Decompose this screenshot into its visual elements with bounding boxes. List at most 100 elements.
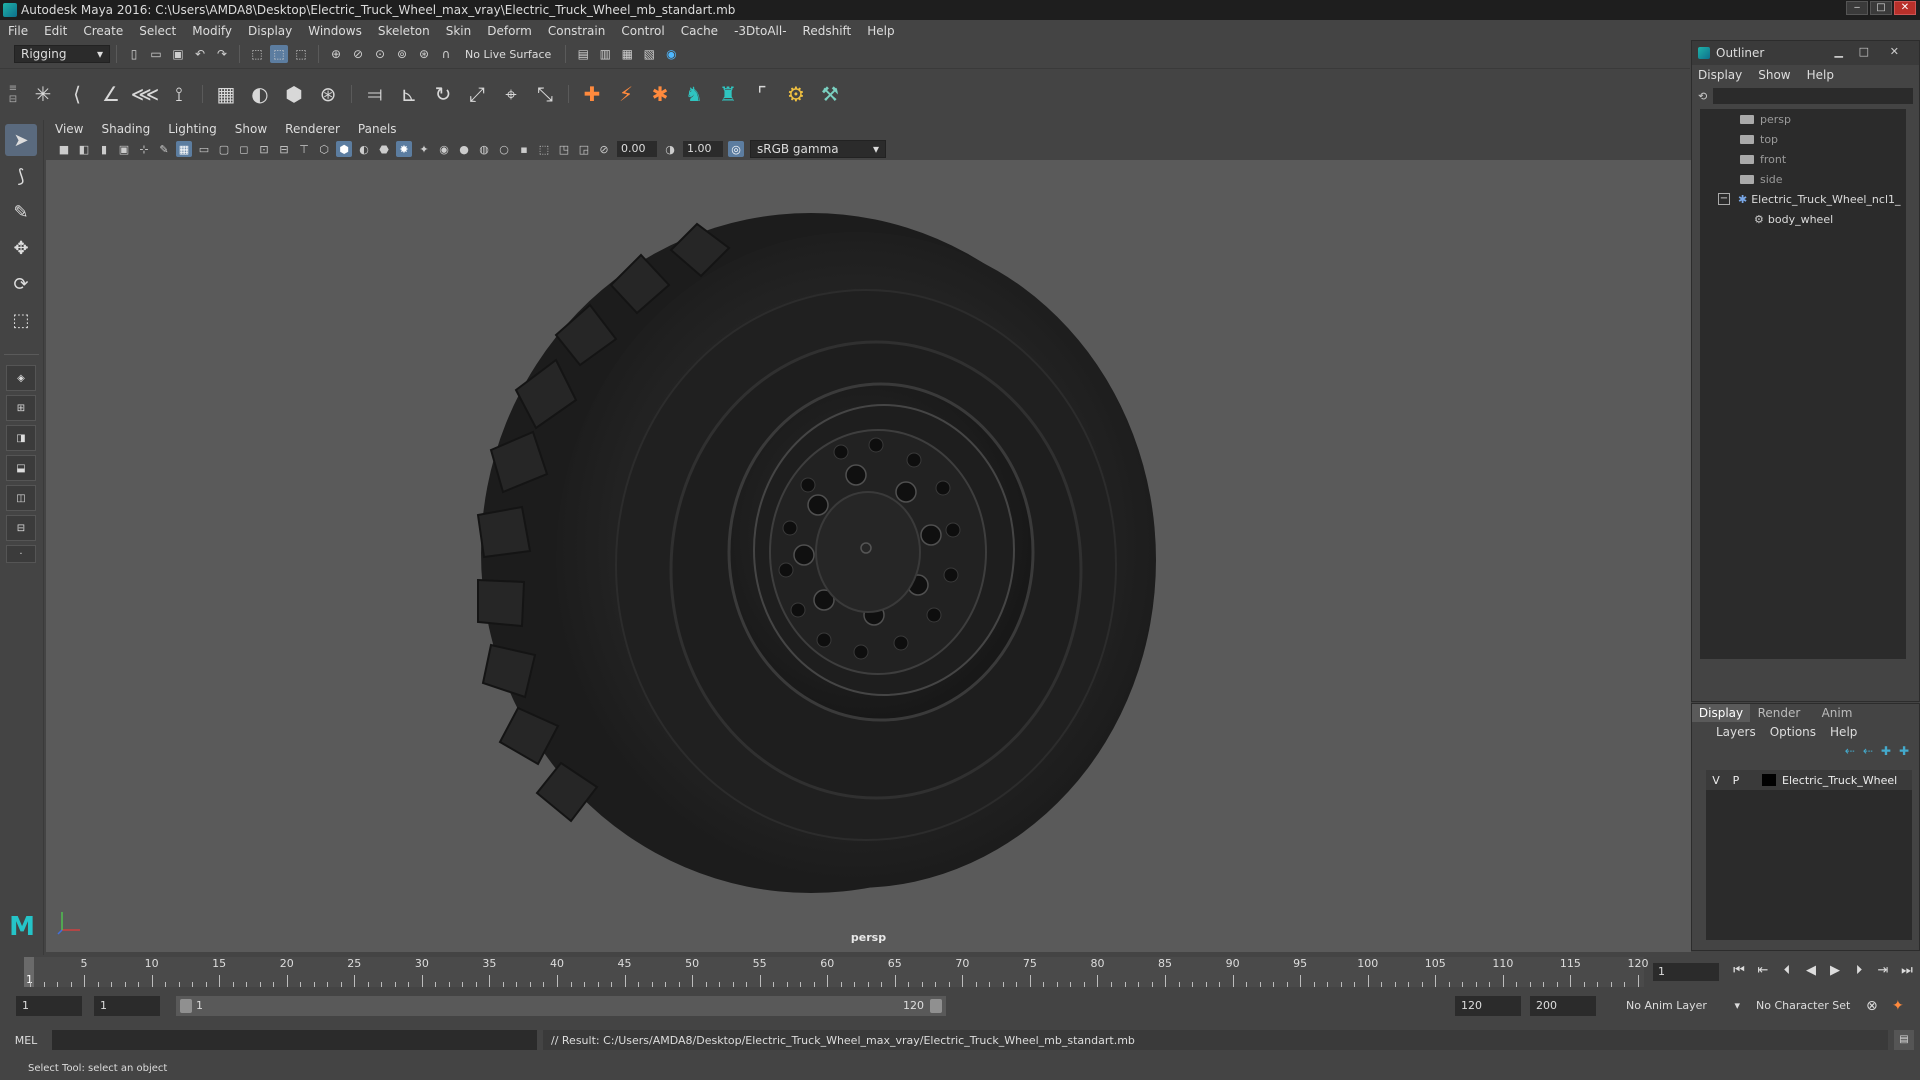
paint-select-icon[interactable]: ✎ (5, 196, 37, 228)
ik-spline-icon[interactable]: ∠ (96, 79, 126, 109)
snap-view-plane-icon[interactable]: ⊚ (393, 45, 411, 63)
step-forward-frame-icon[interactable]: ⏵ (1848, 961, 1870, 981)
outliner-item-persp[interactable]: persp (1700, 109, 1906, 129)
collapse-icon[interactable]: − (1718, 193, 1730, 205)
single-perspective-layout-icon[interactable]: ◈ (6, 365, 36, 391)
scale-tool-icon[interactable]: ⬚ (5, 304, 37, 336)
select-tool-icon[interactable]: ➤ (5, 124, 37, 156)
layer-visibility-toggle[interactable]: V (1706, 774, 1726, 787)
layer-row[interactable]: V P Electric_Truck_Wheel (1706, 770, 1912, 790)
hypershade-layout-icon[interactable]: ◫ (6, 485, 36, 511)
lasso-tool-icon[interactable]: ⟆ (5, 160, 37, 192)
panel-menu-panels[interactable]: Panels (349, 122, 406, 136)
persp-graph-layout-icon[interactable]: ⬓ (6, 455, 36, 481)
film-gate-icon[interactable]: ▭ (196, 141, 212, 157)
select-hierarchy-icon[interactable]: ⬚ (248, 45, 266, 63)
step-forward-key-icon[interactable]: ⇥ (1872, 961, 1894, 981)
animation-start-field[interactable]: 1 (16, 996, 82, 1016)
textured-icon[interactable]: ⬣ (376, 141, 392, 157)
animation-prefs-icon[interactable]: ✦ (1886, 996, 1910, 1016)
custom-layout-icon[interactable]: ⊟ (6, 515, 36, 541)
safe-action-icon[interactable]: ⊟ (276, 141, 292, 157)
move-tool-icon[interactable]: ✥ (5, 232, 37, 264)
persp-outliner-layout-icon[interactable]: ◨ (6, 425, 36, 451)
wheel-model[interactable] (46, 160, 1691, 952)
menuset-dropdown[interactable]: Rigging ▾ (14, 45, 110, 63)
animation-end-field[interactable]: 200 (1530, 996, 1596, 1016)
redo-icon[interactable]: ↷ (213, 45, 231, 63)
wireframe-icon[interactable]: ⬡ (316, 141, 332, 157)
camera-attributes-icon[interactable]: ◧ (76, 141, 92, 157)
menu-create[interactable]: Create (75, 24, 131, 38)
field-chart-icon[interactable]: ⊡ (256, 141, 272, 157)
gate-mask-icon[interactable]: ◻ (236, 141, 252, 157)
scale-constraint-icon[interactable]: ⤢ (462, 79, 492, 109)
outliner-menu-help[interactable]: Help (1807, 68, 1834, 82)
hik-icon[interactable]: ✱ (645, 79, 675, 109)
four-view-layout-icon[interactable]: ⊞ (6, 395, 36, 421)
command-input[interactable] (52, 1030, 537, 1050)
pole-vector-icon[interactable]: ⤡ (530, 79, 560, 109)
script-editor-icon[interactable]: ▤ (1894, 1030, 1914, 1050)
color-management-icon[interactable]: ◎ (728, 141, 744, 157)
bookmark-icon[interactable]: ▮ (96, 141, 112, 157)
menu-windows[interactable]: Windows (300, 24, 370, 38)
bind-skin-icon[interactable]: ▦ (211, 79, 241, 109)
time-slider-track[interactable]: 1 5 10 15 20 25 30 35 40 45 50 55 60 65 70 75 80 85 90 95 1… (24, 957, 1649, 987)
outliner-close-icon[interactable]: ✕ (1890, 45, 1899, 58)
playback-end-field[interactable]: 120 (1455, 996, 1521, 1016)
human-ik-icon[interactable]: ♞ (679, 79, 709, 109)
wireframe-on-shaded-icon[interactable]: ◐ (356, 141, 372, 157)
paint-weights-icon[interactable]: ⊛ (313, 79, 343, 109)
layer-color-swatch[interactable] (1762, 774, 1776, 786)
move-layer-down-icon[interactable]: ⇠ (1863, 744, 1873, 758)
exposure-field[interactable]: 0.00 (617, 141, 657, 157)
view-transform-dropdown[interactable]: sRGB gamma ▾ (750, 140, 886, 158)
snap-surface-icon[interactable]: ⊛ (415, 45, 433, 63)
filter-icon[interactable]: ⟲ (1698, 90, 1707, 103)
outliner-search-input[interactable] (1713, 88, 1913, 104)
outliner-item-top[interactable]: top (1700, 129, 1906, 149)
menu-display[interactable]: Display (240, 24, 300, 38)
render-frame-icon[interactable]: ▤ (574, 45, 592, 63)
menu-select[interactable]: Select (131, 24, 184, 38)
locator-icon[interactable]: ✚ (577, 79, 607, 109)
panel-menu-show[interactable]: Show (226, 122, 276, 136)
menu-help[interactable]: Help (859, 24, 902, 38)
layer-menu-help[interactable]: Help (1830, 725, 1857, 739)
range-bar[interactable]: 1 120 (176, 996, 946, 1016)
menu-cache[interactable]: Cache (673, 24, 726, 38)
cluster-icon[interactable]: ◐ (245, 79, 275, 109)
blank-shelf-icon[interactable]: ⌜ (747, 79, 777, 109)
go-to-start-icon[interactable]: ⏮ (1728, 961, 1750, 981)
step-back-frame-icon[interactable]: ⏴ (1776, 961, 1798, 981)
anim-layer-dropdown[interactable]: No Anim Layer ▾ (1620, 996, 1740, 1016)
maximize-button[interactable]: □ (1870, 1, 1892, 15)
magnet-icon[interactable]: ∩ (437, 45, 455, 63)
outliner-item-front[interactable]: front (1700, 149, 1906, 169)
play-backward-icon[interactable]: ◀ (1800, 961, 1822, 981)
outliner-maximize-icon[interactable]: □ (1859, 45, 1869, 58)
script-language-label[interactable]: MEL (0, 1034, 52, 1047)
undo-icon[interactable]: ↶ (191, 45, 209, 63)
outliner-menu-display[interactable]: Display (1698, 68, 1742, 82)
camera-select-icon[interactable]: ■ (56, 141, 72, 157)
tab-anim[interactable]: Anim (1808, 704, 1866, 722)
range-end-handle[interactable] (930, 999, 942, 1013)
orient-constraint-icon[interactable]: ↻ (428, 79, 458, 109)
open-scene-icon[interactable]: ▭ (147, 45, 165, 63)
two-d-pan-icon[interactable]: ⊹ (136, 141, 152, 157)
smooth-shade-icon[interactable]: ⬢ (336, 141, 352, 157)
panel-menu-renderer[interactable]: Renderer (276, 122, 349, 136)
key-icon[interactable]: ⊗ (1860, 996, 1884, 1016)
rotate-tool-icon[interactable]: ⟳ (5, 268, 37, 300)
new-layer-from-selected-icon[interactable]: ✚ (1899, 744, 1909, 758)
ik-handle-icon[interactable]: ⟨ (62, 79, 92, 109)
new-scene-icon[interactable]: ▯ (125, 45, 143, 63)
panel-menu-shading[interactable]: Shading (92, 122, 159, 136)
safe-title-icon[interactable]: ⊤ (296, 141, 312, 157)
layer-menu-options[interactable]: Options (1770, 725, 1816, 739)
use-all-lights-icon[interactable]: ✸ (396, 141, 412, 157)
outliner-item-mesh[interactable]: ⚙ body_wheel (1700, 209, 1906, 229)
xray-components-icon[interactable]: ◲ (576, 141, 592, 157)
